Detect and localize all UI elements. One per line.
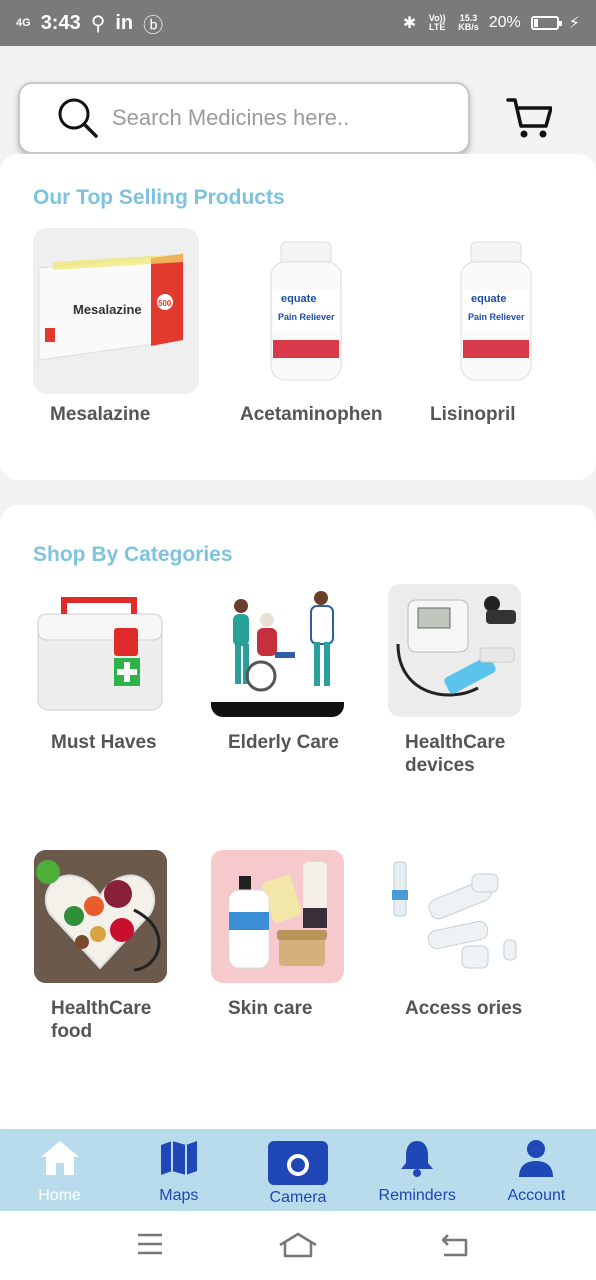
nav-account[interactable]: Account [477,1129,596,1211]
bottom-nav: Home Maps Camera Reminders Account [0,1129,596,1211]
home-button-icon[interactable] [278,1231,318,1259]
search-bar[interactable] [18,82,470,154]
linkedin-icon: in [115,11,134,34]
battery-percent: 20% [488,14,521,31]
status-bar: 4G 3:43 ⚲ in ⓑ ✱ Vo)) LTE 15.3 KB/s 20% ⚡ [0,0,596,46]
nav-maps-label: Maps [159,1187,199,1204]
bell-icon [401,1141,434,1177]
back-icon[interactable] [440,1231,470,1259]
category-name[interactable]: Elderly Care [228,731,381,754]
usb-icon: ⚲ [90,12,106,35]
nav-reminders[interactable]: Reminders [358,1129,477,1211]
product-image-mesalazine[interactable]: Mesalazine 500 [33,228,199,394]
battery-icon [530,16,562,30]
category-name[interactable]: Access ories [405,997,545,1020]
category-must-haves[interactable]: Must Haves [34,584,204,754]
nav-home[interactable]: Home [0,1129,119,1211]
category-skin-care[interactable]: Skin care [211,850,381,1020]
category-healthcare-food[interactable]: HealthCare food [34,850,204,1043]
map-icon [160,1141,197,1175]
categories-section: Shop By Categories Must Haves Elderly Ca… [0,505,596,1145]
categories-title: Shop By Categories [33,543,233,566]
product-card[interactable]: equate Pain Reliever Acetaminophen [223,228,403,425]
category-elderly-care[interactable]: Elderly Care [211,584,381,754]
search-icon [58,98,98,138]
category-accessories[interactable]: Access ories [388,850,558,1020]
network-indicator: 4G [16,16,31,29]
svg-text:Pain Reliever: Pain Reliever [468,312,525,322]
svg-text:equate: equate [281,293,316,305]
category-image[interactable] [388,850,521,983]
category-image[interactable] [34,850,167,983]
category-image[interactable] [34,584,167,717]
product-image-acetaminophen[interactable]: equate Pain Reliever [223,228,389,394]
category-image[interactable] [388,584,521,717]
home-icon [40,1141,79,1175]
volte-indicator: Vo)) LTE [428,13,446,32]
product-name[interactable]: Acetaminophen [240,404,383,426]
nav-reminders-label: Reminders [378,1187,456,1204]
svg-text:500: 500 [158,299,172,308]
nav-camera-label: Camera [269,1189,327,1206]
nav-camera[interactable]: Camera [238,1129,357,1211]
category-name[interactable]: HealthCare devices [405,731,535,777]
category-name[interactable]: Skin care [228,997,381,1020]
app-notification-icon: ⓑ [143,14,164,37]
nav-maps[interactable]: Maps [119,1129,238,1211]
menu-icon[interactable] [136,1231,164,1257]
account-icon [519,1140,554,1177]
product-name[interactable]: Lisinopril [430,404,516,426]
cart-icon[interactable] [506,96,552,140]
category-name[interactable]: Must Haves [51,731,204,754]
product-image-lisinopril[interactable]: equate Pain Reliever [413,228,579,394]
box-text: Mesalazine [73,302,142,317]
top-selling-title: Our Top Selling Products [33,186,285,209]
product-card[interactable]: equate Pain Reliever Lisinopril [413,228,593,425]
nav-home-label: Home [38,1187,81,1204]
status-time: 3:43 [40,11,81,34]
search-input[interactable] [112,105,442,131]
category-healthcare-devices[interactable]: HealthCare devices [388,584,558,777]
net-speed: 15.3 KB/s [458,13,479,32]
charging-icon: ⚡ [568,15,580,32]
product-card[interactable]: Mesalazine 500 Mesalazine [33,228,213,425]
svg-text:equate: equate [471,293,506,305]
system-nav-bar [0,1211,596,1280]
product-name[interactable]: Mesalazine [50,404,150,426]
bluetooth-icon: ✱ [402,15,417,32]
top-selling-section: Our Top Selling Products Mesalazine 500 … [0,154,596,480]
category-name[interactable]: HealthCare food [51,997,161,1043]
camera-icon [268,1141,328,1185]
nav-account-label: Account [507,1187,566,1204]
category-image[interactable] [211,850,344,983]
svg-text:Pain Reliever: Pain Reliever [278,312,335,322]
category-image[interactable] [211,584,344,717]
